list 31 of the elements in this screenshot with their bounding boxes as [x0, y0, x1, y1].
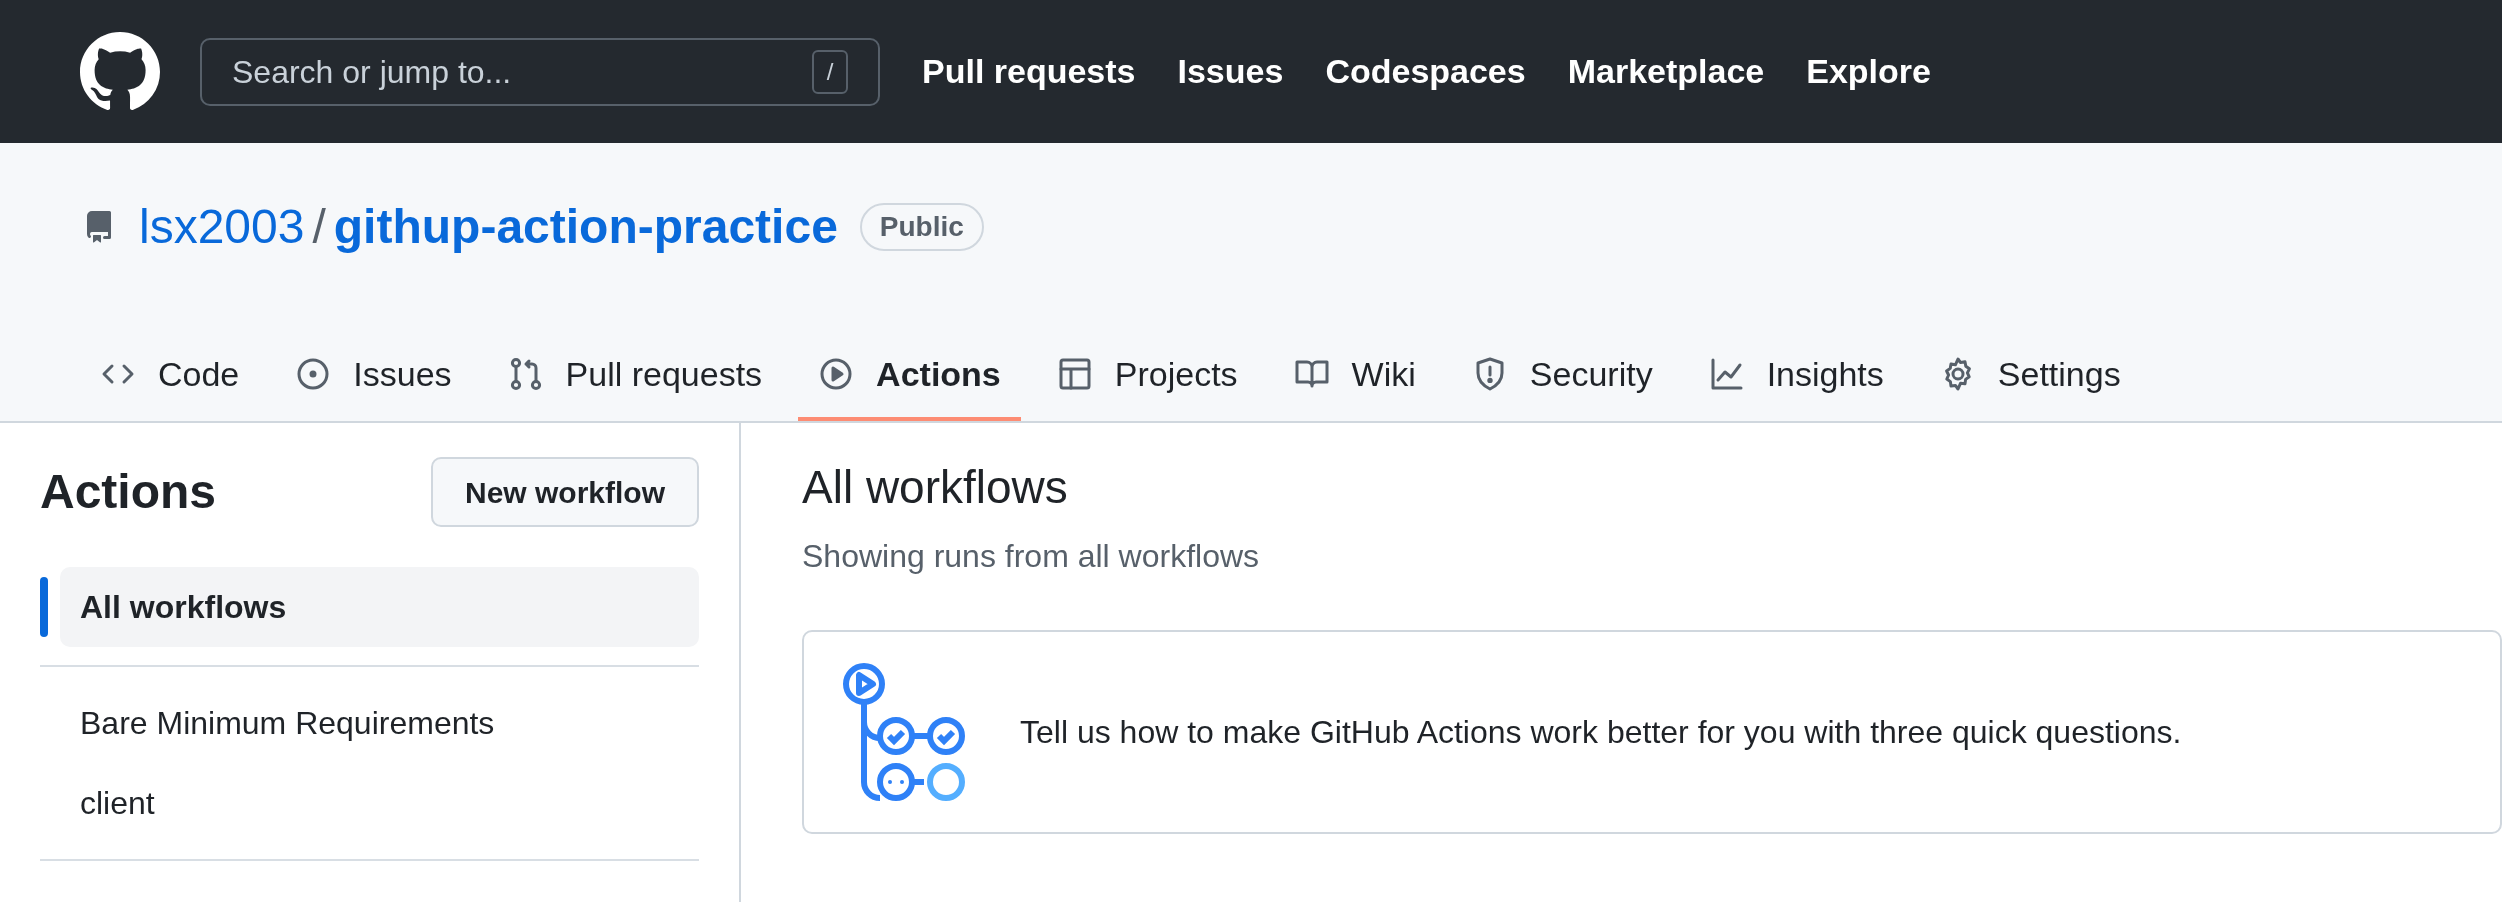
- repo-tab[interactable]: Insights: [1688, 331, 1904, 421]
- sidebar-title: Actions: [40, 464, 216, 520]
- slash-key-hint: /: [812, 49, 848, 94]
- repo-tab[interactable]: Security: [1451, 331, 1673, 421]
- page-title: All workflows: [802, 460, 1069, 515]
- page-subtitle: Showing runs from all workflows: [802, 537, 1261, 576]
- github-logo-icon[interactable]: [80, 31, 160, 112]
- nav-link[interactable]: Explore: [1806, 46, 1931, 97]
- repo-tab[interactable]: Code: [80, 331, 260, 421]
- repo-tab[interactable]: Actions: [798, 331, 1021, 421]
- banner-text: Tell us how to make GitHub Actions work better for you with three quick questions.: [1020, 713, 2182, 752]
- nav-link[interactable]: Codespaces: [1325, 46, 1526, 97]
- new-workflow-button[interactable]: New workflow: [430, 457, 699, 527]
- nav-link[interactable]: Issues: [1177, 46, 1284, 97]
- selection-indicator: [40, 577, 48, 637]
- repo-tab[interactable]: Issues: [275, 331, 472, 421]
- search-field[interactable]: Search or jump to... /: [200, 37, 880, 106]
- nav-link[interactable]: Marketplace: [1567, 46, 1765, 97]
- repo-owner-link[interactable]: lsx2003: [139, 191, 305, 263]
- workflow-item[interactable]: All workflows: [60, 567, 699, 647]
- visibility-label: Public: [859, 203, 984, 251]
- repo-tab[interactable]: Wiki: [1273, 331, 1436, 421]
- workflow-item[interactable]: Bare Minimum Requirements: [60, 683, 699, 763]
- repo-tab[interactable]: Projects: [1036, 331, 1258, 421]
- workflow-item[interactable]: client: [60, 763, 699, 843]
- repo-tab[interactable]: Pull requests: [487, 331, 783, 421]
- search-input: Search or jump to...: [232, 47, 732, 96]
- nav-link[interactable]: Pull requests: [922, 46, 1136, 97]
- repo-tab[interactable]: Settings: [1919, 331, 2141, 421]
- path-separator: /: [312, 199, 326, 255]
- repo-name-link[interactable]: githup-action-practice: [333, 191, 838, 263]
